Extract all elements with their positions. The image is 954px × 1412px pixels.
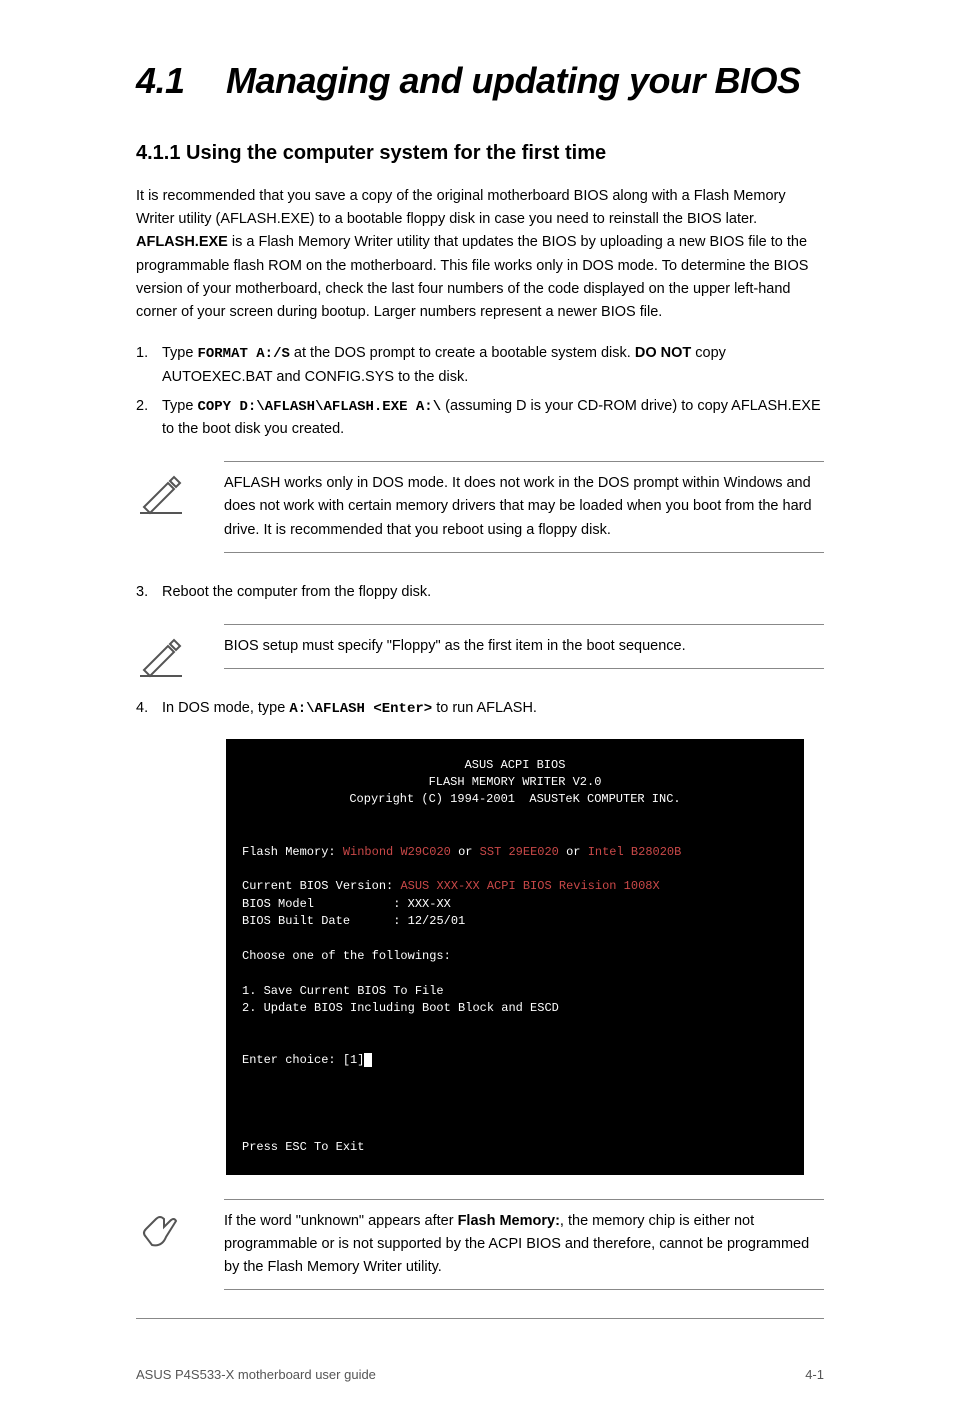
intro-paragraph: It is recommended that you save a copy o… — [136, 185, 824, 324]
pencil-icon — [136, 632, 186, 682]
flash-mem-1: Winbond W29C020 — [343, 845, 451, 859]
bios-built-label: BIOS Built Date — [242, 914, 350, 928]
step-4: 4. In DOS mode, type A:\AFLASH <Enter> t… — [136, 697, 824, 720]
bios-model-val: : XXX-XX — [393, 897, 451, 911]
note-text: BIOS setup must specify "Floppy" as the … — [224, 625, 824, 668]
step-number: 2. — [136, 395, 162, 442]
terminal-subtitle: FLASH MEMORY WRITER V2.0 — [242, 774, 788, 791]
choose-label: Choose one of the followings: — [242, 949, 451, 963]
heading-title: Managing and updating your BIOS — [226, 60, 801, 101]
terminal-copyright: Copyright (C) 1994-2001 ASUSTeK COMPUTER… — [242, 791, 788, 808]
step-1: 1. Type FORMAT A:/S at the DOS prompt to… — [136, 342, 824, 389]
pencil-icon — [136, 469, 186, 519]
page-heading: 4.1Managing and updating your BIOS — [136, 60, 824, 102]
hand-icon — [136, 1207, 186, 1257]
flash-mem-3: Intel B28020B — [588, 845, 682, 859]
bios-model-label: BIOS Model — [242, 897, 314, 911]
step-3: 3. Reboot the computer from the floppy d… — [136, 581, 824, 604]
flash-mem-2: SST 29EE020 — [480, 845, 559, 859]
divider — [224, 552, 824, 553]
cur-ver-label: Current BIOS Version: — [242, 879, 393, 893]
note-3: If the word "unknown" appears after Flas… — [136, 1199, 824, 1291]
footer-right: 4-1 — [805, 1367, 824, 1382]
bios-built-val: : 12/25/01 — [393, 914, 465, 928]
esc-hint: Press ESC To Exit — [242, 1140, 364, 1154]
footer-left: ASUS P4S533-X motherboard user guide — [136, 1367, 376, 1382]
footer-divider — [136, 1318, 824, 1319]
step-text: In DOS mode, type A:\AFLASH <Enter> to r… — [162, 697, 537, 720]
cur-ver-val: ASUS XXX-XX ACPI BIOS Revision 1008X — [400, 879, 659, 893]
note-text: If the word "unknown" appears after Flas… — [224, 1200, 824, 1290]
step-number: 1. — [136, 342, 162, 389]
sub-heading: 4.1.1 Using the computer system for the … — [136, 142, 824, 165]
terminal-screenshot: ASUS ACPI BIOSFLASH MEMORY WRITER V2.0Co… — [226, 739, 804, 1175]
divider — [224, 668, 824, 669]
step-text: Type FORMAT A:/S at the DOS prompt to cr… — [162, 342, 824, 389]
step-text: Reboot the computer from the floppy disk… — [162, 581, 431, 604]
option-1: 1. Save Current BIOS To File — [242, 984, 444, 998]
flash-label: Flash Memory: — [242, 845, 336, 859]
step-text: Type COPY D:\AFLASH\AFLASH.EXE A:\ (assu… — [162, 395, 824, 442]
heading-number: 4.1 — [136, 60, 226, 102]
divider — [224, 1289, 824, 1290]
cursor — [364, 1053, 371, 1067]
note-1: AFLASH works only in DOS mode. It does n… — [136, 461, 824, 553]
note-2: BIOS setup must specify "Floppy" as the … — [136, 624, 824, 669]
enter-choice: Enter choice: [1] — [242, 1053, 364, 1067]
option-2: 2. Update BIOS Including Boot Block and … — [242, 1001, 559, 1015]
terminal-title: ASUS ACPI BIOS — [242, 757, 788, 774]
step-2: 2. Type COPY D:\AFLASH\AFLASH.EXE A:\ (a… — [136, 395, 824, 442]
note-text: AFLASH works only in DOS mode. It does n… — [224, 462, 824, 552]
page-footer: ASUS P4S533-X motherboard user guide 4-1 — [0, 1359, 954, 1382]
step-number: 4. — [136, 697, 162, 720]
step-number: 3. — [136, 581, 162, 604]
